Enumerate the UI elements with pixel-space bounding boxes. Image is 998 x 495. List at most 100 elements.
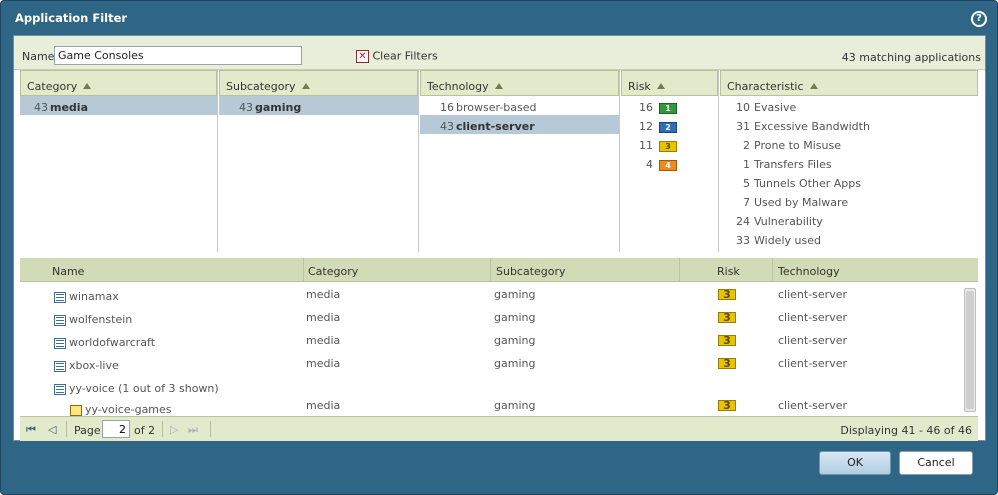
last-page-icon[interactable]: ⏭ [188,423,198,437]
application-icon [54,383,66,395]
app-name: yy-voice (1 out of 3 shown) [69,382,219,395]
application-filter-dialog: Application Filter ? Name ✕ Clear Filter… [0,0,998,495]
characteristic-item[interactable]: 31 Excessive Bandwidth [720,115,978,134]
risk-level-badge: 3 [718,312,736,323]
risk-item-2[interactable]: 12 2 [621,115,718,134]
characteristic-item-label: Excessive Bandwidth [754,120,870,133]
technology-item-client-server[interactable]: 43 client-server [420,115,619,134]
risk-level-badge: 1 [659,102,677,114]
grid-header-category[interactable]: Category [308,265,358,278]
table-row[interactable]: worldofwarcraft media gaming 3 client-se… [20,334,960,357]
characteristic-item[interactable]: 2 Prone to Misuse [720,134,978,153]
characteristic-item-count: 10 [736,101,750,114]
characteristic-item-count: 33 [736,234,750,247]
characteristic-item[interactable]: 7 Used by Malware [720,191,978,210]
filter-browser: Category 43 media Subcategory 43 gaming Te… [20,70,978,252]
subcategory-item-count: 43 [239,101,253,114]
characteristic-item[interactable]: 1 Transfers Files [720,153,978,172]
characteristic-header[interactable]: Characteristic [720,70,978,96]
application-icon [54,360,66,372]
app-name-cell[interactable]: yy-voice (1 out of 3 shown) [54,382,219,395]
characteristic-item[interactable]: 5 Tunnels Other Apps [720,172,978,191]
subcategory-cell: gaming [494,334,536,347]
clear-filters-button[interactable]: ✕ Clear Filters [356,49,438,63]
grid-header-name[interactable]: Name [52,265,84,278]
technology-header[interactable]: Technology [420,70,619,96]
grid-header: Name Category Subcategory Risk Technolog… [20,258,978,282]
dialog-body: Name ✕ Clear Filters 43 matching applica… [13,35,986,441]
characteristic-item-count: 1 [743,158,750,171]
grid-body: winamax media gaming 3 client-server wol… [20,282,978,416]
characteristic-item[interactable]: 10 Evasive [720,96,978,115]
ok-button[interactable]: OK [819,451,891,475]
category-item-count: 43 [34,101,48,114]
next-page-icon[interactable]: ▷ [170,423,178,436]
subcategory-header-label: Subcategory [226,80,296,93]
table-row[interactable]: xbox-live media gaming 3 client-server [20,357,960,380]
category-cell: media [306,311,341,324]
risk-header[interactable]: Risk [621,70,718,96]
risk-level-badge: 4 [659,159,677,171]
subcategory-header[interactable]: Subcategory [219,70,418,96]
grid-header-subcategory[interactable]: Subcategory [496,265,566,278]
technology-item-browser-based[interactable]: 16 browser-based [420,96,619,115]
risk-header-label: Risk [628,80,651,93]
app-name-cell[interactable]: worldofwarcraft [54,336,155,349]
category-item-media[interactable]: 43 media [20,96,217,115]
page-number-input[interactable] [102,420,130,438]
characteristic-item[interactable]: 33 Widely used [720,229,978,248]
category-header[interactable]: Category [20,70,217,96]
sort-ascending-icon [301,83,310,89]
sort-ascending-icon [494,83,503,89]
cancel-button[interactable]: Cancel [899,451,973,475]
category-cell: media [306,357,341,370]
risk-level-badge: 3 [718,289,736,300]
risk-item-count: 4 [646,158,653,171]
app-name-cell[interactable]: yy-voice-games [70,403,172,416]
grid-header-risk[interactable]: Risk [717,265,740,278]
app-name-cell[interactable]: xbox-live [54,359,119,372]
name-input[interactable] [54,46,302,65]
grid-scrollbar[interactable] [964,288,976,412]
risk-item-4[interactable]: 44 [621,153,718,172]
sort-ascending-icon [809,83,818,89]
subcategory-item-gaming[interactable]: 43 gaming [219,96,418,115]
technology-cell: client-server [778,288,848,301]
first-page-icon[interactable]: ⏮ [26,423,36,437]
app-name-cell[interactable]: winamax [54,290,119,303]
risk-level-badge: 3 [718,358,736,369]
technology-cell: client-server [778,399,848,412]
characteristic-item[interactable]: 24 Vulnerability [720,210,978,229]
characteristic-item-label: Transfers Files [754,158,832,171]
table-row[interactable]: yy-voice-games media gaming 3 client-ser… [20,399,960,416]
characteristic-column: Characteristic 10 Evasive 31 Excessive Ban… [720,70,978,252]
risk-item-count: 11 [639,139,653,152]
risk-level-badge: 3 [718,335,736,346]
table-row[interactable]: winamax media gaming 3 client-server [20,288,960,311]
characteristic-item-label: Used by Malware [754,196,849,209]
app-name: wolfenstein [69,313,133,326]
risk-item-count: 12 [639,120,653,133]
column-divider [772,258,773,282]
app-name-cell[interactable]: wolfenstein [54,313,132,326]
table-row[interactable]: wolfenstein media gaming 3 client-server [20,311,960,334]
pagination-toolbar: ⏮ ◁ Page of 2 ▷ ⏭ Displaying 41 - 46 of … [20,416,978,441]
previous-page-icon[interactable]: ◁ [48,423,56,436]
technology-item-label: browser-based [456,101,537,114]
risk-item-count: 16 [639,101,653,114]
help-icon[interactable]: ? [971,11,987,27]
risk-level-badge: 3 [718,400,736,411]
characteristic-item-count: 7 [743,196,750,209]
characteristic-item-count: 31 [736,120,750,133]
category-cell: media [306,288,341,301]
technology-cell: client-server [778,357,848,370]
characteristic-item-label: Vulnerability [754,215,823,228]
characteristic-item-label: Widely used [754,234,821,247]
scrollbar-thumb[interactable] [966,291,974,409]
risk-item-1[interactable]: 16 1 [621,96,718,115]
grid-header-technology[interactable]: Technology [778,265,840,278]
technology-item-count: 43 [440,120,454,133]
dialog-title: Application Filter [15,11,128,25]
risk-item-3[interactable]: 11 3 [621,134,718,153]
characteristic-header-label: Characteristic [727,80,804,93]
